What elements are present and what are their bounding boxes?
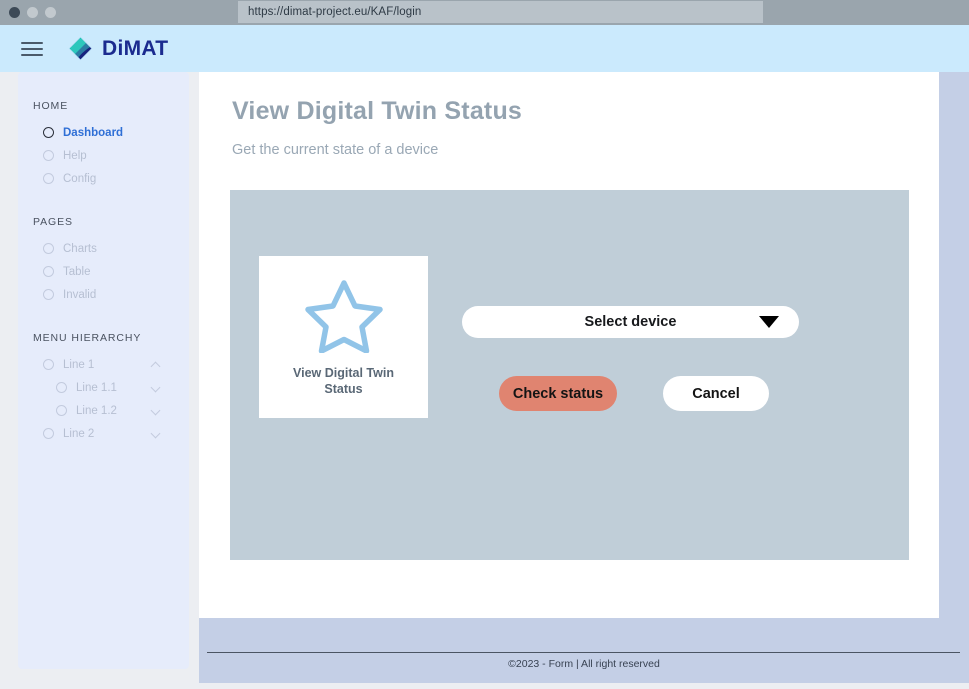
page-panel: View Digital Twin Status Get the current…: [199, 72, 939, 618]
sidebar-item-label: Config: [63, 172, 97, 185]
radio-icon: [43, 243, 54, 254]
page-title: View Digital Twin Status: [232, 97, 523, 125]
sidebar-item-label: Line 1.1: [76, 381, 117, 394]
sidebar-item-charts[interactable]: Charts: [18, 239, 189, 258]
radio-icon: [56, 405, 67, 416]
radio-icon: [43, 289, 54, 300]
brand-name: DiMAT: [102, 36, 169, 60]
select-device-value: Select device: [584, 314, 677, 330]
cancel-button[interactable]: Cancel: [663, 376, 769, 411]
nav-group-home: HOME Dashboard Help Config: [18, 100, 189, 188]
nav-group-title-menu-hierarchy: MENU HIERARCHY: [33, 332, 142, 344]
sidebar-item-label: Help: [63, 149, 87, 162]
nav-group-pages: PAGES Charts Table Invalid: [18, 216, 189, 304]
digital-twin-tile[interactable]: View Digital Twin Status: [259, 256, 428, 418]
dimat-diamond-logo-icon: [68, 36, 93, 61]
action-buttons: Check status Cancel: [462, 376, 802, 411]
brand-logo[interactable]: DiMAT: [68, 36, 168, 61]
radio-icon: [43, 266, 54, 277]
check-status-button[interactable]: Check status: [499, 376, 617, 411]
window-controls: [9, 7, 56, 18]
sidebar-item-label: Line 1.2: [76, 404, 117, 417]
radio-icon: [43, 173, 54, 184]
star-outline-icon: [302, 277, 386, 353]
page-subtitle: Get the current state of a device: [232, 142, 439, 158]
footer-copyright: ©2023 - Form | All right reserved: [508, 658, 660, 670]
sidebar-item-help[interactable]: Help: [18, 146, 189, 165]
radio-icon: [43, 150, 54, 161]
chevron-down-icon[interactable]: [152, 429, 161, 438]
minimize-dot[interactable]: [27, 7, 38, 18]
radio-icon: [56, 382, 67, 393]
sidebar-item-invalid[interactable]: Invalid: [18, 285, 189, 304]
footer: ©2023 - Form | All right reserved: [199, 618, 969, 683]
sidebar-item-line-1-2[interactable]: Line 1.2: [18, 401, 189, 420]
sidebar-item-label: Charts: [63, 242, 97, 255]
app-screen: https://dimat-project.eu/KAF/login DiMAT…: [0, 0, 969, 689]
right-rail: [939, 72, 969, 618]
sidebar-item-dashboard[interactable]: Dashboard: [18, 123, 189, 142]
device-form: Select device Check status Cancel: [462, 306, 802, 411]
sidebar-item-line-1[interactable]: Line 1: [18, 355, 189, 374]
hamburger-menu-icon[interactable]: [21, 41, 43, 56]
nav-group-title-pages: PAGES: [33, 216, 73, 228]
sidebar-item-line-1-1[interactable]: Line 1.1: [18, 378, 189, 397]
sidebar-item-line-2[interactable]: Line 2: [18, 424, 189, 443]
sidebar-item-label: Dashboard: [63, 126, 124, 139]
sidebar-item-label: Invalid: [63, 288, 97, 301]
sidebar-item-table[interactable]: Table: [18, 262, 189, 281]
url-bar[interactable]: https://dimat-project.eu/KAF/login: [238, 1, 763, 23]
radio-icon: [43, 359, 54, 370]
chevron-down-icon[interactable]: [152, 383, 161, 392]
sidebar-item-label: Table: [63, 265, 91, 278]
chevron-down-icon[interactable]: [152, 406, 161, 415]
footer-divider: [207, 652, 960, 653]
sidebar-item-config[interactable]: Config: [18, 169, 189, 188]
app-header: DiMAT: [0, 25, 969, 72]
nav-group-menu-hierarchy: MENU HIERARCHY Line 1 Line 1.1 Line 1.2 …: [18, 332, 189, 443]
browser-chrome: https://dimat-project.eu/KAF/login: [0, 0, 969, 25]
chevron-down-icon[interactable]: [759, 316, 779, 328]
select-device-dropdown[interactable]: Select device: [462, 306, 799, 338]
chevron-up-icon[interactable]: [152, 360, 161, 369]
sidebar-item-label: Line 2: [63, 427, 95, 440]
nav-group-title-home: HOME: [33, 100, 69, 112]
tile-label: View Digital Twin Status: [293, 366, 394, 396]
radio-icon: [43, 428, 54, 439]
radio-icon: [43, 127, 54, 138]
sidebar-item-label: Line 1: [63, 358, 95, 371]
sidebar: HOME Dashboard Help Config PAGES Charts: [18, 72, 189, 669]
maximize-dot[interactable]: [45, 7, 56, 18]
content-area: View Digital Twin Status Select device C…: [230, 190, 909, 560]
close-dot[interactable]: [9, 7, 20, 18]
